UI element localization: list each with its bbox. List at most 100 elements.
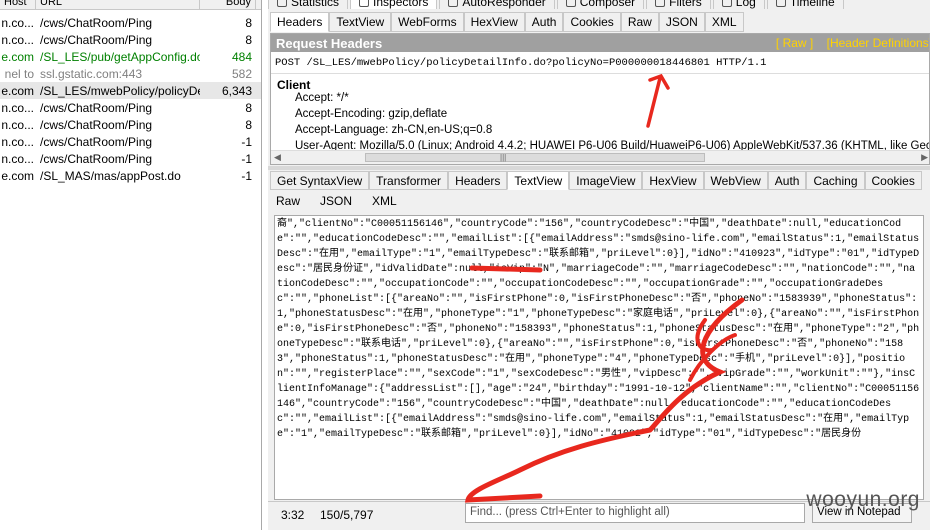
tab-webforms[interactable]: WebForms [391,12,464,32]
session-row[interactable]: n.co... /cws/ChatRoom/Ping -1 [0,150,261,167]
session-host: n.co... [1,134,34,149]
horizontal-scrollbar[interactable]: ◀ ||| ▶ [271,150,929,164]
session-host: n.co... [1,100,34,115]
session-url: /SL_MAS/mas/appPost.do [40,168,181,183]
tab-caching[interactable]: Caching [806,171,865,190]
session-list-header: Host URL Body [0,0,261,10]
tab-auth[interactable]: Auth [524,12,564,32]
tab-transformer[interactable]: Transformer [369,171,449,190]
session-row[interactable]: n.co... /cws/ChatRoom/Ping 8 [0,99,261,116]
tab-autoresponder[interactable]: AutoResponder [439,0,555,9]
tab-inspectors[interactable]: Inspectors [350,0,438,9]
watermark: wooyun.org [806,488,920,511]
session-row[interactable]: n.co... /cws/ChatRoom/Ping 8 [0,14,261,31]
cursor-position: 3:32 [281,508,305,522]
session-host: e.com [1,168,34,183]
session-body: 6,343 [221,83,252,98]
session-host: n.co... [1,15,34,30]
column-host[interactable]: Host [0,0,36,9]
request-line: POST /SL_LES/mwebPolicy/policyDetailInfo… [271,52,929,74]
find-input[interactable]: Find... (press Ctrl+Enter to highlight a… [465,503,805,523]
tab-headers[interactable]: Headers [448,171,508,190]
fiddler-window: Host URL Body n.co... /cws/ChatRoom/Ping 8… [0,0,930,530]
response-body-textview[interactable]: 裔","clientNo":"C00051156146","countryCod… [274,215,924,500]
header-line: Accept-Language: zh-CN,en-US;q=0.8 [295,124,493,136]
tab-composer[interactable]: Composer [556,0,645,9]
tab-filters[interactable]: Filters [646,0,711,9]
session-row[interactable]: e.com/SL_LES/pub/getAppConfig.do 484 [0,48,261,65]
tab-xml[interactable]: XML [704,12,744,32]
tab-headers[interactable]: Headers [270,12,330,32]
response-tab-strip: Get SyntaxView Transformer Headers TextView… [270,171,922,191]
request-tab-strip: Headers TextView WebForms HexView Auth Cookie… [270,11,744,32]
tab-statistics[interactable]: Statistics [268,0,349,9]
tab-log[interactable]: Log [712,0,765,9]
session-row[interactable]: e.com/SL_LES/mwebPolicy/policyDet... 6,34… [0,82,261,99]
session-row[interactable]: n.co... /cws/ChatRoom/Ping 8 [0,31,261,48]
session-body: 582 [231,66,252,81]
tab-raw[interactable]: Raw [620,12,659,32]
tab-xml[interactable]: XML [366,191,403,210]
tab-get-syntaxview[interactable]: Get SyntaxView [270,171,370,190]
session-host: n.co... [1,151,34,166]
log-icon [721,0,732,7]
session-url: /cws/ChatRoom/Ping [40,151,153,166]
tab-json[interactable]: JSON [314,191,358,210]
main-tab-strip: Statistics Inspectors AutoResponder Compose… [268,0,846,9]
tab-timeline[interactable]: Timeline [766,0,844,9]
tab-label: Composer [579,0,636,9]
header-group-client: Client [277,78,311,92]
column-body[interactable]: Body [200,0,256,9]
column-url[interactable]: URL [36,0,200,9]
header-line: Accept-Encoding: gzip,deflate [295,108,448,120]
scroll-right-icon[interactable]: ▶ [921,152,928,163]
scroll-thumb[interactable] [365,153,705,162]
scroll-left-icon[interactable]: ◀ [274,152,281,163]
session-body: 8 [245,117,252,132]
tab-auth[interactable]: Auth [767,171,807,190]
tab-hexview[interactable]: HexView [463,12,525,32]
timeline-icon [775,0,786,7]
pencil-icon [565,0,576,7]
tab-json[interactable]: JSON [658,12,705,32]
grip-icon: ||| [500,153,507,162]
lightning-icon [448,0,459,7]
tab-webview[interactable]: WebView [703,171,768,190]
session-list[interactable]: Host URL Body n.co... /cws/ChatRoom/Ping 8… [0,0,262,530]
tab-label: Log [735,0,756,9]
session-body: -1 [241,151,252,166]
session-url: /cws/ChatRoom/Ping [40,134,153,149]
tab-label: Statistics [291,0,340,9]
session-host: n.co... [1,117,34,132]
session-body: 484 [231,49,252,64]
inspectors-panel: Statistics Inspectors AutoResponder Compose… [268,0,930,530]
request-headers-bar: Request Headers [ Raw ] [Header Definiti… [271,34,929,52]
tab-hexview[interactable]: HexView [642,171,704,190]
tab-imageview[interactable]: ImageView [569,171,643,190]
session-row[interactable]: n.co... /cws/ChatRoom/Ping 8 [0,116,261,133]
session-body: 8 [245,15,252,30]
tab-cookies[interactable]: Cookies [563,12,621,32]
session-row[interactable]: n.co... /cws/ChatRoom/Ping -1 [0,133,261,150]
tab-textview[interactable]: TextView [507,171,570,190]
tab-raw[interactable]: Raw [270,191,306,210]
session-row[interactable]: nel to ssl.gstatic.com:443 582 [0,65,261,82]
tab-textview[interactable]: TextView [329,12,392,32]
session-host: e.com [1,49,34,64]
selection-count: 150/5,797 [320,508,374,522]
session-row[interactable]: e.com/SL_MAS/mas/appPost.do -1 [0,167,261,184]
session-body: 8 [245,32,252,47]
tab-label: Inspectors [373,0,429,9]
tab-label: Filters [669,0,702,9]
panel-splitter[interactable] [268,166,930,170]
session-url: /SL_LES/pub/getAppConfig.do [40,49,200,64]
header-definitions-link[interactable]: [Header Definitions] [827,36,929,50]
raw-link[interactable]: [ Raw ] [776,36,813,50]
response-subtab-strip: Raw JSON XML [270,191,411,211]
clock-icon [277,0,287,7]
session-host: n.co... [1,32,34,47]
session-host: nel to [4,66,34,81]
tab-cookies[interactable]: Cookies [864,171,922,190]
request-headers-panel: Request Headers [ Raw ] [Header Definiti… [270,33,930,165]
tab-label: Timeline [789,0,835,9]
